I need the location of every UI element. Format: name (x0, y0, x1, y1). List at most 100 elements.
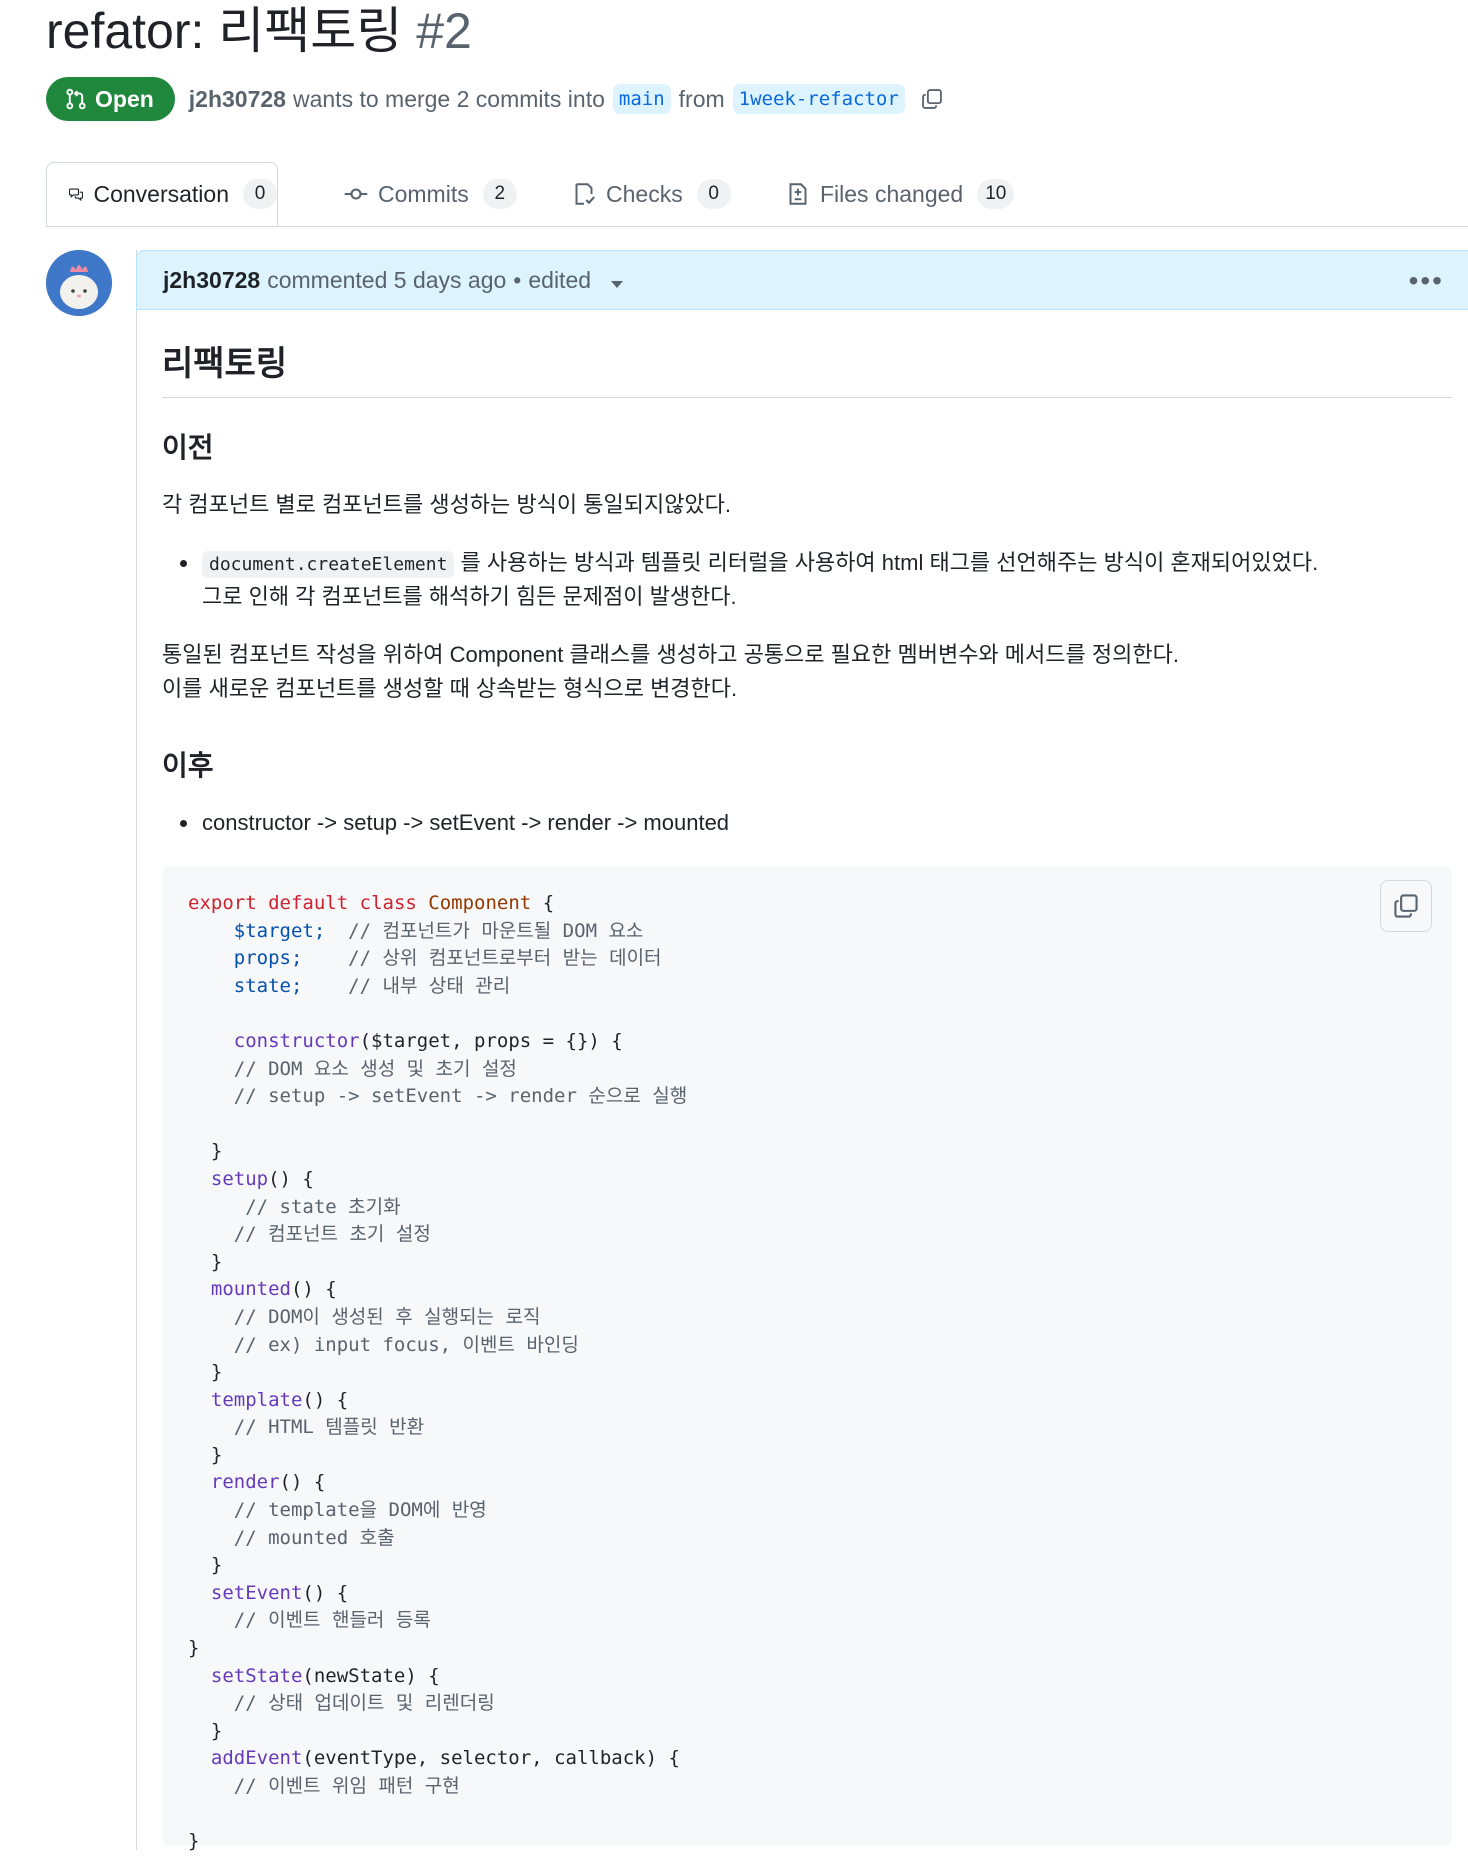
status-badge-label: Open (95, 85, 154, 112)
code-token: setEvent (210, 1581, 303, 1604)
code-token: { (542, 892, 555, 914)
code-comment: // HTML 템플릿 반환 (233, 1416, 425, 1439)
comment-timestamp[interactable]: commented 5 days ago (267, 267, 506, 294)
code-token: Component (428, 892, 532, 914)
head-branch[interactable]: 1week-refactor (732, 84, 905, 114)
copy-code-button[interactable] (1380, 880, 1432, 932)
tab-counter: 0 (243, 179, 277, 209)
code-token: () { (302, 1388, 349, 1411)
code-token: } (210, 1140, 223, 1163)
tab-conversation[interactable]: Conversation 0 (46, 162, 278, 226)
code-block: export default class Component { $target… (162, 866, 1452, 1852)
code-comment: // setup -> setEvent -> render 순으로 실행 (233, 1085, 688, 1108)
avatar[interactable] (46, 250, 112, 316)
status-badge: Open (46, 77, 175, 121)
copy-icon (921, 89, 942, 109)
tab-counter: 2 (482, 179, 517, 209)
tab-counter: 10 (977, 179, 1015, 209)
kebab-horizontal-icon[interactable]: ••• (1409, 265, 1444, 297)
code-comment: // 상위 컴포넌트로부터 받는 데이터 (348, 947, 662, 970)
tab-label: Conversation (93, 180, 229, 207)
pr-author-link[interactable]: j2h30728 (189, 86, 286, 113)
before-bullet-text: 를 사용하는 방식과 템플릿 리터럴을 사용하여 html 태그를 선언해주는 … (460, 550, 1319, 575)
code-token: setup (210, 1167, 269, 1190)
before-paragraph: 각 컴포넌트 별로 컴포넌트를 생성하는 방식이 통일되지않았다. (162, 492, 732, 517)
heading-refactoring: 리팩토링 (162, 336, 1452, 398)
code-comment: // DOM 요소 생성 및 초기 설정 (233, 1057, 517, 1080)
code-comment: // template을 DOM에 반영 (233, 1499, 487, 1522)
code-comment: // ex) input focus, 이벤트 바인딩 (233, 1333, 579, 1356)
code-token: } (188, 1830, 200, 1853)
code-comment: // 이벤트 위임 패턴 구현 (233, 1775, 460, 1797)
comment-header: j2h30728 commented 5 days ago • edited •… (136, 250, 1468, 310)
tab-label: Checks (606, 180, 683, 207)
git-pull-request-icon (66, 88, 86, 110)
heading-before: 이전 (162, 432, 214, 463)
code-token: } (210, 1443, 223, 1466)
code-comment: // 이벤트 핸들러 등록 (233, 1609, 431, 1632)
code-token: (newState) { (302, 1664, 440, 1687)
inline-code: document.createElement (202, 551, 455, 578)
tab-checks[interactable]: Checks 0 (572, 162, 731, 226)
comment-author-link[interactable]: j2h30728 (163, 267, 260, 294)
code-token: props; (233, 947, 303, 970)
code-token: addEvent (210, 1747, 303, 1770)
code-content: export default class Component { $target… (188, 890, 687, 1856)
code-comment: // mounted 호출 (233, 1526, 395, 1549)
before-bullet: document.createElement 를 사용하는 방식과 템플릿 리터… (179, 546, 1319, 582)
pr-title: refator: 리팩토링 #2 (46, 0, 472, 62)
pr-title-text: refator: 리팩토링 (46, 3, 403, 59)
tab-files-changed[interactable]: Files changed 10 (786, 162, 1015, 226)
para-component-1: 통일된 컴포넌트 작성을 위하여 Component 클래스를 생성하고 공통으… (162, 642, 1179, 667)
para-component-2: 이를 새로운 컴포넌트를 생성할 때 상속받는 형식으로 변경한다. (162, 676, 738, 701)
code-token: class (359, 892, 417, 914)
code-token: setState (210, 1664, 303, 1687)
code-token: () { (302, 1581, 349, 1604)
pr-number: #2 (416, 3, 472, 59)
code-token: constructor (233, 1029, 360, 1052)
code-token: } (210, 1361, 223, 1384)
code-token: } (188, 1637, 200, 1660)
pr-tabs: Conversation 0 Commits 2 Checks 0 Files … (46, 162, 1468, 227)
edited-dropdown[interactable]: edited (528, 267, 624, 294)
code-token: $target; (233, 919, 326, 942)
tab-label: Commits (378, 180, 469, 207)
copy-branch-button[interactable] (921, 88, 943, 110)
code-comment: // 내부 상태 관리 (348, 974, 511, 997)
tab-counter: 0 (696, 179, 731, 209)
tab-commits[interactable]: Commits 2 (344, 162, 517, 226)
code-comment: // 컴포넌트가 마운트될 DOM 요소 (348, 919, 644, 942)
code-token: ($target, props = {}) { (359, 1029, 623, 1052)
git-commit-icon (344, 188, 368, 200)
copy-icon (1394, 894, 1418, 918)
code-token: template (210, 1388, 303, 1411)
cat-avatar-icon (46, 250, 112, 316)
code-token: state; (233, 974, 303, 997)
from-text: from (678, 85, 725, 112)
merge-text: wants to merge 2 commits into (292, 85, 605, 112)
code-token: () { (268, 1167, 314, 1190)
code-token: () { (290, 1278, 337, 1301)
code-comment: // DOM이 생성된 후 실행되는 로직 (233, 1305, 541, 1328)
tab-label: Files changed (820, 180, 964, 207)
code-token: () { (279, 1471, 326, 1494)
before-bullet-continued: 그로 인해 각 컴포넌트를 해석하기 힘든 문제점이 발생한다. (202, 584, 737, 609)
code-token: (eventType, selector, callback) { (302, 1747, 680, 1770)
timeline-line (136, 250, 137, 1850)
code-comment: // state 초기화 (245, 1195, 401, 1218)
code-token: mounted (210, 1278, 291, 1301)
after-bullet: constructor -> setup -> setEvent -> rend… (179, 806, 729, 840)
code-token: render (210, 1471, 280, 1494)
code-token: } (210, 1719, 223, 1742)
chevron-down-icon (611, 280, 624, 288)
heading-after: 이후 (162, 750, 214, 781)
checklist-icon (575, 183, 595, 205)
code-comment: // 상태 업데이트 및 리렌더링 (233, 1692, 495, 1715)
code-token: default (268, 892, 349, 914)
base-branch[interactable]: main (612, 84, 671, 114)
pr-meta: Open j2h30728 wants to merge 2 commits i… (46, 77, 943, 121)
code-token: export (188, 892, 257, 914)
code-comment: // 컴포넌트 초기 설정 (233, 1223, 431, 1246)
file-diff-icon (789, 183, 807, 205)
comment-discussion-icon (69, 188, 84, 202)
